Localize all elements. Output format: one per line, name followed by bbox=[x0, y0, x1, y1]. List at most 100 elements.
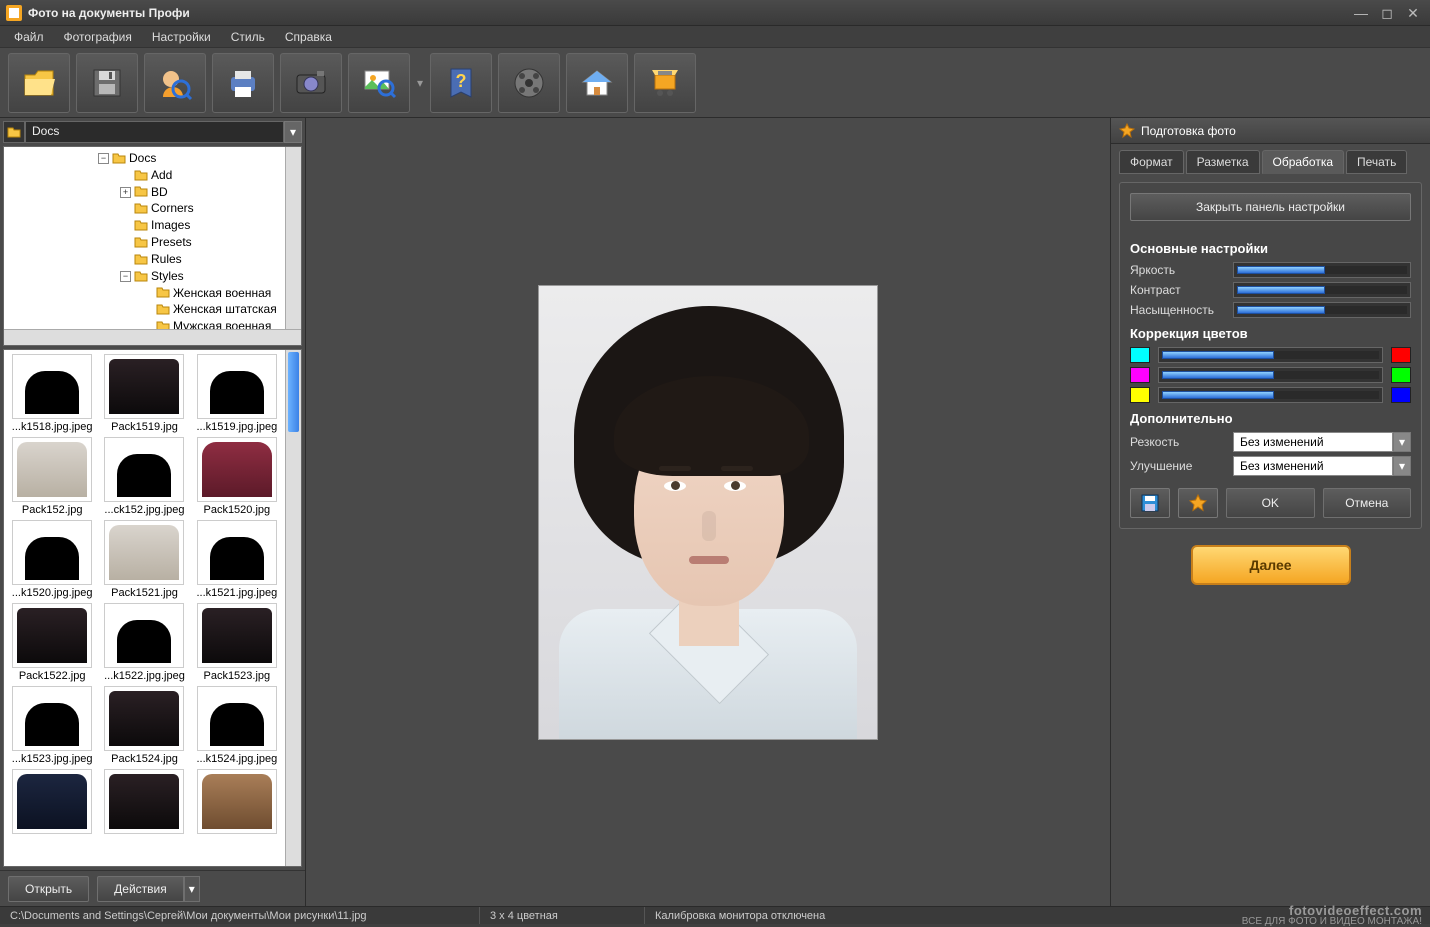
cancel-button[interactable]: Отмена bbox=[1323, 488, 1412, 518]
menu-Фотография[interactable]: Фотография bbox=[54, 27, 142, 47]
save-button[interactable] bbox=[76, 53, 138, 113]
thumbnail[interactable]: ...k1524.jpg.jpeg bbox=[193, 686, 281, 765]
thumbnail[interactable]: ...k1520.jpg.jpeg bbox=[8, 520, 96, 599]
thumbnail[interactable]: Pack1519.jpg bbox=[100, 354, 188, 433]
actions-button[interactable]: Действия bbox=[97, 876, 184, 902]
path-input[interactable]: Docs bbox=[25, 121, 284, 143]
contrast-label: Контраст bbox=[1130, 283, 1225, 297]
brightness-label: Яркость bbox=[1130, 263, 1225, 277]
saturation-label: Насыщенность bbox=[1130, 303, 1225, 317]
thumbnail[interactable]: ...ck152.jpg.jpeg bbox=[100, 437, 188, 516]
title-bar: Фото на документы Профи — ◻ ✕ bbox=[0, 0, 1430, 26]
saturation-slider[interactable] bbox=[1233, 302, 1411, 318]
tab-Обработка[interactable]: Обработка bbox=[1262, 150, 1345, 174]
thumbnail[interactable]: ...k1522.jpg.jpeg bbox=[100, 603, 188, 682]
left-panel: Docs ▾ −Docs Add+BDCornersImagesPresetsR… bbox=[0, 118, 306, 906]
thumbnail[interactable]: ...k1519.jpg.jpeg bbox=[193, 354, 281, 433]
tab-Разметка[interactable]: Разметка bbox=[1186, 150, 1260, 174]
thumbnail[interactable] bbox=[100, 769, 188, 836]
menu-Файл[interactable]: Файл bbox=[4, 27, 54, 47]
open-button[interactable]: Открыть bbox=[8, 876, 89, 902]
toolbar-separator: ▾ bbox=[416, 76, 424, 90]
tab-Печать[interactable]: Печать bbox=[1346, 150, 1407, 174]
tree-item[interactable]: BD bbox=[151, 184, 168, 198]
find-photo-button[interactable] bbox=[348, 53, 410, 113]
color-section-title: Коррекция цветов bbox=[1130, 326, 1411, 341]
thumbnails-panel: ...k1518.jpg.jpegPack1519.jpg...k1519.jp… bbox=[3, 349, 302, 867]
cart-button[interactable] bbox=[634, 53, 696, 113]
ok-button[interactable]: OK bbox=[1226, 488, 1315, 518]
color-slider-0[interactable] bbox=[1158, 347, 1383, 363]
thumbnail[interactable]: ...k1518.jpg.jpeg bbox=[8, 354, 96, 433]
video-button[interactable] bbox=[498, 53, 560, 113]
thumbnail[interactable]: ...k1521.jpg.jpeg bbox=[193, 520, 281, 599]
path-bar: Docs ▾ bbox=[3, 121, 302, 143]
tree-item[interactable]: Add bbox=[151, 168, 172, 182]
app-title: Фото на документы Профи bbox=[28, 6, 190, 20]
thumbnail[interactable] bbox=[193, 769, 281, 836]
tree-item[interactable]: Женская военная bbox=[173, 285, 271, 299]
tree-hscrollbar[interactable] bbox=[4, 329, 301, 345]
enhance-select[interactable]: Без изменений▾ bbox=[1233, 456, 1411, 476]
thumbnail[interactable]: Pack1520.jpg bbox=[193, 437, 281, 516]
tree-item[interactable]: Corners bbox=[151, 201, 194, 215]
right-panel-title: Подготовка фото bbox=[1141, 124, 1236, 138]
right-panel: Подготовка фото ФорматРазметкаОбработкаП… bbox=[1110, 118, 1430, 906]
color-slider-1[interactable] bbox=[1158, 367, 1383, 383]
color-swatch-left bbox=[1130, 387, 1150, 403]
home-button[interactable] bbox=[566, 53, 628, 113]
color-swatch-left bbox=[1130, 347, 1150, 363]
tree-item[interactable]: Rules bbox=[151, 252, 182, 266]
thumbnail[interactable]: Pack1522.jpg bbox=[8, 603, 96, 682]
tree-scrollbar[interactable] bbox=[285, 147, 301, 329]
thumbnail[interactable]: Pack1524.jpg bbox=[100, 686, 188, 765]
help-button[interactable]: ? bbox=[430, 53, 492, 113]
path-dropdown-button[interactable]: ▾ bbox=[284, 121, 302, 143]
thumbs-scrollbar[interactable] bbox=[285, 350, 301, 866]
color-swatch-left bbox=[1130, 367, 1150, 383]
thumbnail[interactable]: Pack152.jpg bbox=[8, 437, 96, 516]
menu-Справка[interactable]: Справка bbox=[275, 27, 342, 47]
enhance-label: Улучшение bbox=[1130, 459, 1225, 473]
tree-item[interactable]: Images bbox=[151, 218, 190, 232]
status-bar: C:\Documents and Settings\Сергей\Мои док… bbox=[0, 906, 1430, 924]
tree-item[interactable]: Presets bbox=[151, 235, 192, 249]
sharpness-label: Резкость bbox=[1130, 435, 1225, 449]
tree-item[interactable]: Styles bbox=[151, 269, 184, 283]
sharpness-select[interactable]: Без изменений▾ bbox=[1233, 432, 1411, 452]
preview-user-button[interactable] bbox=[144, 53, 206, 113]
maximize-button[interactable]: ◻ bbox=[1376, 5, 1398, 21]
thumbnail[interactable]: Pack1523.jpg bbox=[193, 603, 281, 682]
open-folder-button[interactable] bbox=[8, 53, 70, 113]
basic-section-title: Основные настройки bbox=[1130, 241, 1411, 256]
menu-Настройки[interactable]: Настройки bbox=[142, 27, 221, 47]
minimize-button[interactable]: — bbox=[1350, 5, 1372, 21]
thumbnail[interactable]: Pack1521.jpg bbox=[100, 520, 188, 599]
camera-button[interactable] bbox=[280, 53, 342, 113]
close-settings-button[interactable]: Закрыть панель настройки bbox=[1130, 193, 1411, 221]
favorite-button[interactable] bbox=[1178, 488, 1218, 518]
close-button[interactable]: ✕ bbox=[1402, 5, 1424, 21]
brightness-slider[interactable] bbox=[1233, 262, 1411, 278]
folder-tree[interactable]: −Docs Add+BDCornersImagesPresetsRules−St… bbox=[3, 146, 302, 346]
thumbnail[interactable] bbox=[8, 769, 96, 836]
save-preset-button[interactable] bbox=[1130, 488, 1170, 518]
right-panel-header: Подготовка фото bbox=[1111, 118, 1430, 144]
color-swatch-right bbox=[1391, 367, 1411, 383]
tab-Формат[interactable]: Формат bbox=[1119, 150, 1184, 174]
actions-dropdown[interactable]: ▾ bbox=[184, 876, 200, 902]
left-bottom-bar: Открыть Действия ▾ bbox=[0, 870, 305, 906]
print-button[interactable] bbox=[212, 53, 274, 113]
next-button[interactable]: Далее bbox=[1191, 545, 1351, 585]
thumbnail[interactable]: ...k1523.jpg.jpeg bbox=[8, 686, 96, 765]
color-swatch-right bbox=[1391, 387, 1411, 403]
status-path: C:\Documents and Settings\Сергей\Мои док… bbox=[0, 907, 480, 924]
color-slider-2[interactable] bbox=[1158, 387, 1383, 403]
status-calibration: Калибровка монитора отключена bbox=[645, 907, 945, 924]
tree-root[interactable]: Docs bbox=[129, 151, 156, 165]
color-swatch-right bbox=[1391, 347, 1411, 363]
menu-Стиль[interactable]: Стиль bbox=[221, 27, 275, 47]
contrast-slider[interactable] bbox=[1233, 282, 1411, 298]
star-icon bbox=[1119, 123, 1135, 139]
tree-item[interactable]: Женская штатская bbox=[173, 302, 277, 316]
